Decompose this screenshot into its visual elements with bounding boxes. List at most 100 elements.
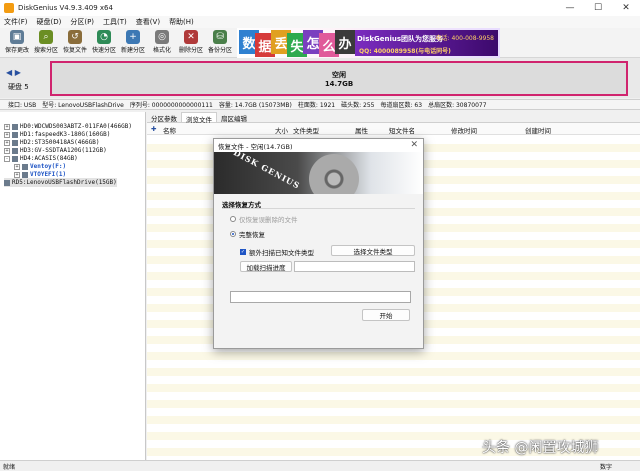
col-name[interactable]: 名称 (163, 125, 176, 135)
prev-disk-icon[interactable]: ◀ (6, 68, 12, 77)
expand-icon[interactable]: + (14, 163, 20, 170)
tree-node-label: RD5:LenovoUSBFlashDrive(15GB) (12, 179, 117, 186)
toolbar-button-5[interactable]: ◎ 格式化 (149, 30, 175, 56)
ad-tile: 办 (335, 30, 355, 54)
toolbar-button-0[interactable]: ▣ 保存更改 (4, 30, 30, 56)
tree-node-label: HD4:ACASIS(84GB) (20, 155, 78, 162)
menu-file[interactable]: 文件(F) (4, 17, 28, 27)
close-button[interactable]: ✕ (612, 0, 640, 16)
disk-tree: + HD0:WDCWDS003ABTZ-011FA0(466GB) + HD1:fas… (0, 112, 146, 460)
new-partition-icon: + (126, 30, 140, 44)
disk-label: 硬盘 5 (8, 83, 29, 91)
toolbar-button-label: 快速分区 (91, 47, 116, 54)
next-disk-icon[interactable]: ▶ (15, 68, 21, 77)
disk-icon (12, 123, 18, 130)
tree-toggle-icon[interactable]: ✚ (151, 125, 156, 133)
window-controls: — ☐ ✕ (556, 0, 640, 16)
toolbar-button-1[interactable]: ⌕ 搜索分区 (33, 30, 59, 56)
menu-tools[interactable]: 工具(T) (103, 17, 127, 27)
toolbar-button-label: 保存更改 (4, 47, 29, 54)
tree-node[interactable]: RD5:LenovoUSBFlashDrive(15GB) (4, 178, 117, 187)
minimize-button[interactable]: — (556, 0, 584, 16)
info-cylinders: 柱面数: 1921 (297, 102, 336, 109)
delete-partition-icon: ✕ (184, 30, 198, 44)
col-created-time[interactable]: 创建时间 (525, 125, 551, 135)
toolbar-button-4[interactable]: + 新建分区 (120, 30, 146, 56)
collapse-icon[interactable]: - (4, 155, 10, 162)
menu-view[interactable]: 查看(V) (136, 17, 160, 27)
info-heads: 磁头数: 255 (341, 102, 375, 109)
toolbar-button-6[interactable]: ✕ 删除分区 (178, 30, 204, 56)
status-text: 就绪 (3, 463, 16, 471)
toolbar-button-3[interactable]: ◔ 快速分区 (91, 30, 117, 56)
disk-icon (12, 131, 18, 138)
toolbar-button-2[interactable]: ↺ 恢复文件 (62, 30, 88, 56)
disk-nav[interactable]: ◀ ▶ (6, 68, 21, 77)
radio-full-recovery[interactable] (230, 231, 236, 237)
format-icon: ◎ (155, 30, 169, 44)
ad-qq: QQ: 4000089958(与电话同号) (359, 48, 451, 55)
backup-icon: ⛁ (213, 30, 227, 44)
select-file-types-button[interactable]: 选择文件类型 (331, 245, 415, 256)
col-short-name[interactable]: 短文件名 (389, 125, 415, 135)
info-total-sectors: 总扇区数: 30870077 (428, 102, 487, 109)
menu-partition[interactable]: 分区(P) (70, 17, 94, 27)
scan-progress-path-field[interactable] (294, 261, 415, 272)
info-capacity: 容量: 14.7GB (15073MB) (218, 102, 292, 109)
col-attributes[interactable]: 属性 (355, 125, 368, 135)
option-scan-known-types[interactable]: ✓ 额外扫描已知文件类型 (240, 247, 314, 257)
ad-service-line: DiskGenius团队为您服务 (357, 35, 444, 43)
option-deleted-only[interactable]: 仅恢复误删除的文件 (230, 214, 298, 224)
info-serial: 序列号: 0000000000000111 (129, 102, 213, 109)
recovery-progress-bar (230, 291, 411, 303)
partition-name: 空闲 (332, 70, 346, 79)
expand-icon[interactable]: + (4, 123, 10, 130)
dialog-close-button[interactable]: ✕ (410, 140, 418, 150)
status-bar: 就绪 数字 (0, 460, 640, 471)
load-scan-progress-button[interactable]: 加载扫描进度 (240, 261, 292, 272)
expand-icon[interactable]: + (4, 147, 10, 154)
disk-map-bar: ◀ ▶ 硬盘 5 空闲 14.7GB (0, 58, 640, 98)
dialog-title-bar: 恢复文件 - 空闲(14.7GB) (214, 139, 423, 152)
tree-node-label: HD2:ST3500418AS(466GB) (20, 139, 100, 146)
col-modified-time[interactable]: 修改时间 (451, 125, 477, 135)
tree-node-label: VTOYEFI(1) (30, 171, 67, 178)
radio-deleted-only[interactable] (230, 216, 236, 222)
expand-icon[interactable]: + (4, 139, 10, 146)
toolbar-button-label: 备份分区 (207, 47, 232, 54)
disk-icon (12, 139, 18, 146)
search-icon: ⌕ (39, 30, 53, 44)
disk-icon (4, 179, 10, 186)
maximize-button[interactable]: ☐ (584, 0, 612, 16)
option-full-recovery[interactable]: 完整恢复 (230, 229, 265, 239)
tab-partition-params[interactable]: 分区参数 (147, 112, 181, 123)
section-divider (222, 208, 415, 209)
col-file-type[interactable]: 文件类型 (293, 125, 319, 135)
checkbox-scan-known-types[interactable]: ✓ (240, 249, 246, 255)
toolbar-button-label: 搜索分区 (33, 47, 58, 54)
col-size[interactable]: 大小 (275, 125, 288, 135)
dialog-title: 恢复文件 - 空闲(14.7GB) (218, 142, 293, 151)
start-button[interactable]: 开始 (362, 309, 410, 321)
toolbar-button-7[interactable]: ⛁ 备份分区 (207, 30, 233, 56)
recover-icon: ↺ (68, 30, 82, 44)
expand-icon[interactable]: + (4, 131, 10, 138)
partition-map[interactable]: 空闲 14.7GB (50, 61, 628, 96)
info-model: 型号: LenovoUSBFlashDrive (42, 102, 124, 109)
numlock-indicator: 数字 (599, 463, 612, 471)
menu-bar: 文件(F) 硬盘(D) 分区(P) 工具(T) 查看(V) 帮助(H) (0, 16, 640, 28)
menu-help[interactable]: 帮助(H) (169, 17, 194, 27)
dialog-banner: DISK GENIUS (214, 152, 423, 194)
ad-banner[interactable]: DiskGenius团队为您服务 电话: 400-008-9958 QQ: 40… (237, 28, 500, 58)
tab-browse-files[interactable]: 浏览文件 (181, 112, 217, 124)
option-deleted-only-label: 仅恢复误删除的文件 (239, 216, 298, 224)
tab-sector-editor[interactable]: 扇区编辑 (217, 112, 251, 123)
quick-partition-icon: ◔ (97, 30, 111, 44)
disk-info-bar: 接口: USB 型号: LenovoUSBFlashDrive 序列号: 000… (0, 99, 640, 110)
title-bar: DiskGenius V4.9.3.409 x64 — ☐ ✕ (0, 0, 640, 16)
expand-icon[interactable]: + (14, 171, 20, 178)
tree-node-label: HD0:WDCWDS003ABTZ-011FA0(466GB) (20, 123, 132, 130)
toolbar-button-label: 恢复文件 (62, 47, 87, 54)
menu-disk[interactable]: 硬盘(D) (37, 17, 62, 27)
ad-service-banner[interactable]: DiskGenius团队为您服务 电话: 400-008-9958 QQ: 40… (355, 30, 498, 56)
